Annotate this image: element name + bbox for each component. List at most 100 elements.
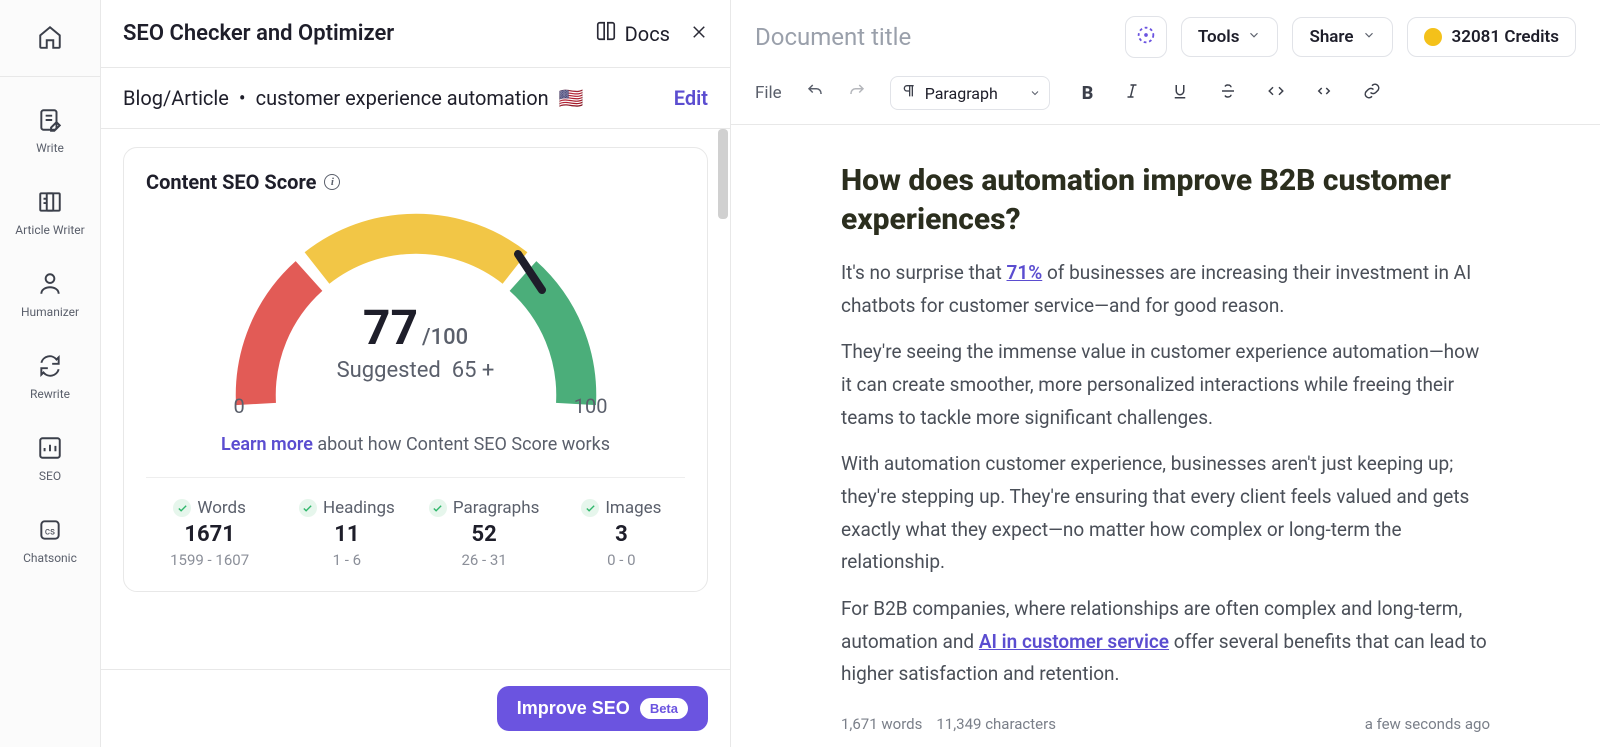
code-icon <box>1267 85 1285 104</box>
nav-write[interactable]: Write <box>0 103 100 159</box>
suggested-prefix: Suggested <box>337 358 441 383</box>
embed-button[interactable] <box>1315 82 1333 104</box>
article-icon <box>37 189 63 219</box>
suggested-value: 65 + <box>452 358 495 383</box>
doc-type: Blog/Article <box>123 86 229 110</box>
book-icon <box>595 20 617 47</box>
metric-range: 1599 - 1607 <box>170 551 249 569</box>
metric-range: 0 - 0 <box>607 551 635 569</box>
tools-button[interactable]: Tools <box>1181 17 1279 57</box>
learn-more-link[interactable]: Learn more <box>221 434 313 455</box>
metric-name: Words <box>197 498 246 518</box>
metric-words: Words 1671 1599 - 1607 <box>146 498 273 569</box>
editor-toolbar: File Paragraph B <box>731 66 1600 125</box>
share-label: Share <box>1309 27 1353 47</box>
check-icon <box>299 499 317 517</box>
humanizer-icon <box>37 271 63 301</box>
info-icon[interactable]: i <box>324 174 340 190</box>
target-keyword: customer experience automation <box>256 86 549 110</box>
article-heading: How does automation improve B2B customer… <box>841 161 1490 239</box>
undo-button[interactable] <box>806 82 824 105</box>
coin-icon <box>1424 28 1442 46</box>
link-button[interactable] <box>1363 82 1381 104</box>
metric-name: Images <box>605 498 661 518</box>
left-sidebar: Write Article Writer Humanizer Rewrite S… <box>0 0 101 747</box>
document-meta: Blog/Article • customer experience autom… <box>123 86 584 110</box>
editor-body[interactable]: How does automation improve B2B customer… <box>731 125 1600 707</box>
nav-home[interactable] <box>0 20 100 58</box>
learn-more-suffix: about how Content SEO Score works <box>313 434 610 455</box>
metric-headings: Headings 11 1 - 6 <box>283 498 410 569</box>
check-icon <box>429 499 447 517</box>
chevron-down-icon <box>1362 27 1376 47</box>
metric-range: 1 - 6 <box>333 551 361 569</box>
seo-score-card: Content SEO Score i <box>123 147 708 592</box>
metric-paragraphs: Paragraphs 52 26 - 31 <box>421 498 548 569</box>
nav-humanizer[interactable]: Humanizer <box>0 267 100 323</box>
undo-icon <box>806 82 824 105</box>
rewrite-icon <box>37 353 63 383</box>
embed-icon <box>1315 85 1333 104</box>
metric-name: Headings <box>323 498 395 518</box>
pilcrow-icon <box>901 83 917 103</box>
chevron-down-icon <box>1029 84 1041 103</box>
nav-label: Rewrite <box>30 387 70 401</box>
underline-button[interactable] <box>1171 82 1189 104</box>
improve-seo-button[interactable]: Improve SEO Beta <box>497 686 708 731</box>
tools-label: Tools <box>1198 27 1240 47</box>
word-count: 1,671 words <box>841 715 922 733</box>
article-paragraph: They're seeing the immense value in cust… <box>841 336 1490 434</box>
strike-icon <box>1219 85 1237 104</box>
italic-icon <box>1123 85 1141 104</box>
nav-label: SEO <box>39 469 61 483</box>
last-updated: a few seconds ago <box>1365 715 1490 733</box>
metric-value: 1671 <box>184 522 235 547</box>
nav-rewrite[interactable]: Rewrite <box>0 349 100 405</box>
nav-article-writer[interactable]: Article Writer <box>0 185 100 241</box>
article-paragraph: For B2B companies, where relationships a… <box>841 593 1490 691</box>
chevron-down-icon <box>1247 27 1261 47</box>
gauge-max: 100 <box>574 394 608 418</box>
docs-button[interactable]: Docs <box>595 20 670 47</box>
document-title-input[interactable]: Document title <box>755 23 1125 51</box>
file-menu[interactable]: File <box>755 83 782 103</box>
code-button[interactable] <box>1267 82 1285 104</box>
score-section-label: Content SEO Score <box>146 170 316 194</box>
metric-range: 26 - 31 <box>461 551 506 569</box>
gauge-min: 0 <box>234 394 245 418</box>
stat-link[interactable]: 71% <box>1007 261 1043 284</box>
underline-icon <box>1171 85 1189 104</box>
nav-chatsonic[interactable]: cs Chatsonic <box>0 513 100 569</box>
redo-button[interactable] <box>848 82 866 105</box>
nav-seo[interactable]: SEO <box>0 431 100 487</box>
score-max: /100 <box>422 325 468 350</box>
editor-panel: Document title Tools Share 32081 Credits <box>731 0 1600 747</box>
scrollbar-thumb[interactable] <box>718 129 728 219</box>
link-icon <box>1363 85 1381 104</box>
seo-panel: SEO Checker and Optimizer Docs Blog/Arti… <box>101 0 731 747</box>
nav-label: Write <box>36 141 64 155</box>
metric-images: Images 3 0 - 0 <box>558 498 685 569</box>
paragraph-style-dropdown[interactable]: Paragraph <box>890 76 1050 110</box>
strike-button[interactable] <box>1219 82 1237 104</box>
write-icon <box>37 107 63 137</box>
edit-meta-button[interactable]: Edit <box>674 86 708 110</box>
metric-value: 11 <box>334 522 359 547</box>
ai-wand-button[interactable] <box>1125 16 1167 58</box>
close-panel-button[interactable] <box>690 23 708 45</box>
svg-text:cs: cs <box>45 526 55 537</box>
improve-label: Improve SEO <box>517 698 630 719</box>
ai-link[interactable]: AI in customer service <box>979 630 1169 653</box>
check-icon <box>173 499 191 517</box>
credits-button[interactable]: 32081 Credits <box>1407 17 1576 57</box>
nav-label: Humanizer <box>21 305 79 319</box>
credits-value: 32081 Credits <box>1452 27 1559 47</box>
italic-button[interactable] <box>1123 82 1141 104</box>
check-icon <box>581 499 599 517</box>
char-count: 11,349 characters <box>936 715 1056 733</box>
seo-icon <box>37 435 63 465</box>
article-paragraph: With automation customer experience, bus… <box>841 448 1490 579</box>
country-flag: 🇺🇸 <box>559 86 584 110</box>
share-button[interactable]: Share <box>1292 17 1392 57</box>
bold-button[interactable]: B <box>1082 83 1094 104</box>
